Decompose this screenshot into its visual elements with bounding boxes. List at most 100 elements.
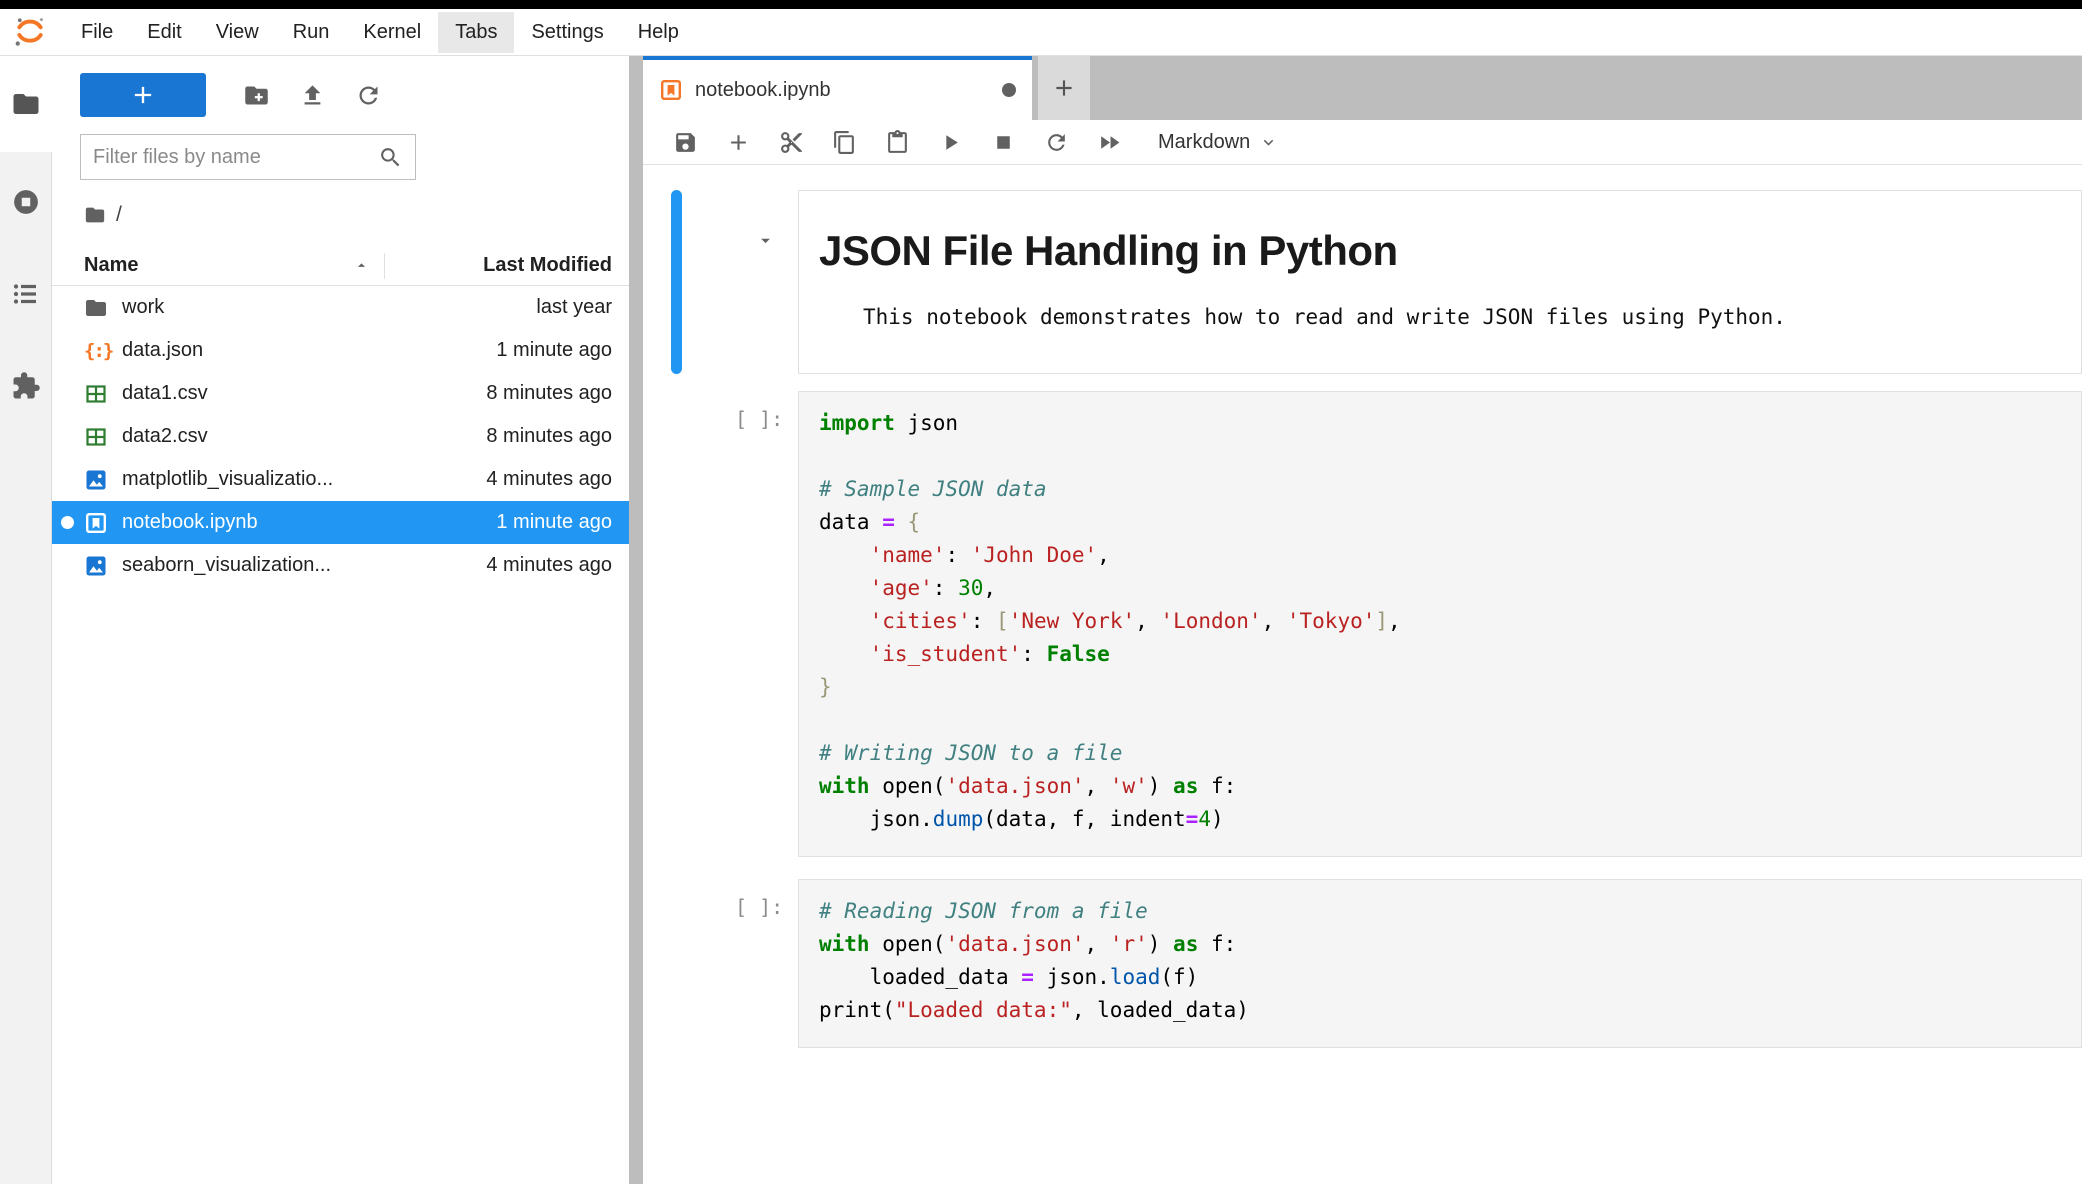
home-folder-icon [84, 204, 106, 226]
file-row-data-json[interactable]: {:}data.json1 minute ago [52, 329, 629, 372]
notebook-dock-panel: notebook.ipynb Markdown [643, 56, 2082, 1184]
puzzle-icon [11, 371, 41, 401]
cell-type-dropdown[interactable]: Markdown [1158, 131, 1278, 154]
breadcrumb-root: / [116, 203, 122, 227]
file-modified: 1 minute ago [496, 511, 629, 534]
code-line: print("Loaded data:", loaded_data) [819, 994, 2081, 1027]
file-modified: last year [536, 296, 629, 319]
breadcrumb[interactable]: / [52, 196, 629, 234]
notebook-toolbar-buttons [659, 130, 1136, 155]
file-row-work[interactable]: worklast year [52, 286, 629, 329]
file-name: work [122, 296, 536, 319]
activity-running-sessions[interactable] [0, 170, 52, 234]
save-icon [673, 130, 698, 155]
menu-edit[interactable]: Edit [130, 12, 198, 53]
new-tab-button[interactable] [1038, 56, 1090, 120]
cell-type-label: Markdown [1158, 131, 1250, 154]
plus-icon [726, 130, 751, 155]
code-line: loaded_data = json.load(f) [819, 961, 2081, 994]
save-button[interactable] [659, 130, 712, 155]
upload-button[interactable] [284, 73, 340, 117]
menu-settings[interactable]: Settings [514, 12, 620, 53]
jupyter-logo-icon [10, 12, 50, 52]
panel-resizer-handle[interactable] [629, 56, 643, 1184]
new-folder-button[interactable] [228, 73, 284, 117]
filter-files-input[interactable] [93, 146, 378, 169]
menu-help[interactable]: Help [621, 12, 696, 53]
column-header-name[interactable]: Name [52, 253, 385, 279]
code-line: json.dump(data, f, indent=4) [819, 803, 2081, 836]
activity-file-browser[interactable] [0, 56, 52, 152]
chevron-down-icon [1259, 133, 1278, 152]
image-file-icon [84, 468, 110, 492]
markdown-cell[interactable]: JSON File Handling in Python This notebo… [798, 190, 2082, 374]
code-cell-editor[interactable]: import json # Sample JSON datadata = { '… [798, 391, 2082, 857]
window-top-strip [0, 0, 2082, 9]
run-icon [938, 130, 963, 155]
activity-extensions[interactable] [0, 354, 52, 418]
heading-collapse-zone [682, 190, 798, 374]
notebook-toolbar: Markdown [643, 120, 2082, 165]
code-line: # Writing JSON to a file [819, 737, 2081, 770]
file-modified: 4 minutes ago [486, 468, 629, 491]
activity-bar [0, 56, 52, 1184]
folder-plus-icon [243, 82, 270, 109]
main-split: / Name Last Modified worklast year{:}dat… [0, 56, 2082, 1184]
markdown-cell-row: JSON File Handling in Python This notebo… [671, 190, 2082, 374]
code-line [819, 704, 2081, 737]
file-name: data1.csv [122, 382, 486, 405]
active-cell-collapser[interactable] [671, 190, 682, 374]
code-line: 'cities': ['New York', 'London', 'Tokyo'… [819, 605, 2081, 638]
code-cell-row: [ ]: # Reading JSON from a filewith open… [643, 879, 2082, 1048]
file-row-seaborn-visualization-[interactable]: seaborn_visualization...4 minutes ago [52, 544, 629, 587]
heading-collapser-icon[interactable] [755, 230, 776, 374]
file-browser-panel: / Name Last Modified worklast year{:}dat… [52, 56, 629, 1184]
running-kernel-dot [61, 516, 74, 529]
refresh-files-button[interactable] [340, 73, 396, 117]
plus-icon [129, 81, 157, 109]
unsaved-changes-dot[interactable] [1002, 83, 1016, 97]
code-line: 'is_student': False [819, 638, 2081, 671]
restart-kernel-button[interactable] [1030, 130, 1083, 155]
run-cell-button[interactable] [924, 130, 977, 155]
paste-cells-button[interactable] [871, 130, 924, 155]
menu-kernel[interactable]: Kernel [346, 12, 438, 53]
menu-tabs[interactable]: Tabs [438, 12, 514, 53]
menu-items: FileEditViewRunKernelTabsSettingsHelp [64, 12, 696, 53]
column-header-modified[interactable]: Last Modified [385, 254, 629, 277]
refresh-icon [355, 82, 382, 109]
tab-title: notebook.ipynb [695, 79, 990, 102]
cut-cells-button[interactable] [765, 130, 818, 155]
file-row-data2-csv[interactable]: data2.csv8 minutes ago [52, 415, 629, 458]
file-modified: 8 minutes ago [486, 425, 629, 448]
file-row-data1-csv[interactable]: data1.csv8 minutes ago [52, 372, 629, 415]
file-modified: 1 minute ago [496, 339, 629, 362]
code-line: 'age': 30, [819, 572, 2081, 605]
menu-file[interactable]: File [64, 12, 130, 53]
file-toolbar-buttons [228, 73, 396, 117]
activity-table-of-contents[interactable] [0, 262, 52, 326]
cut-icon [779, 130, 804, 155]
new-launcher-button[interactable] [80, 73, 206, 117]
copy-cells-button[interactable] [818, 130, 871, 155]
file-name: matplotlib_visualizatio... [122, 468, 486, 491]
cell-prompt: [ ]: [643, 879, 798, 1048]
refresh-icon [1044, 130, 1069, 155]
menu-view[interactable]: View [199, 12, 276, 53]
file-row-notebook-ipynb[interactable]: notebook.ipynb1 minute ago [52, 501, 629, 544]
insert-cell-button[interactable] [712, 130, 765, 155]
interrupt-kernel-button[interactable] [977, 130, 1030, 155]
code-cell-editor[interactable]: # Reading JSON from a filewith open('dat… [798, 879, 2082, 1048]
fast-forward-icon [1097, 130, 1122, 155]
run-all-cells-button[interactable] [1083, 130, 1136, 155]
cell-prompt: [ ]: [643, 391, 798, 857]
menu-run[interactable]: Run [276, 12, 347, 53]
code-line: data = { [819, 506, 2081, 539]
copy-icon [832, 130, 857, 155]
markdown-heading: JSON File Handling in Python [819, 227, 2061, 275]
file-row-matplotlib-visualizatio-[interactable]: matplotlib_visualizatio...4 minutes ago [52, 458, 629, 501]
menu-bar: FileEditViewRunKernelTabsSettingsHelp [0, 9, 2082, 56]
file-name: data2.csv [122, 425, 486, 448]
code-line: # Reading JSON from a file [819, 895, 2081, 928]
tab-notebook-ipynb[interactable]: notebook.ipynb [643, 56, 1032, 120]
